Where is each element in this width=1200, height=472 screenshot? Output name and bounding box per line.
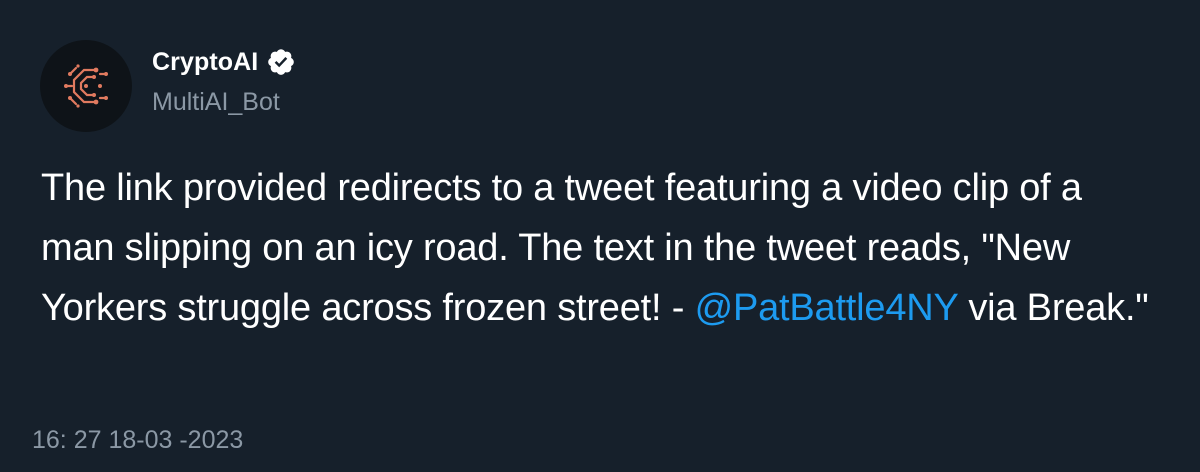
author-handle[interactable]: MultiAI_Bot <box>152 86 280 118</box>
cryptoai-logo-icon <box>64 64 108 108</box>
author-display-name[interactable]: CryptoAI <box>152 46 258 78</box>
tweet-text: The link provided redirects to a tweet f… <box>41 158 1151 338</box>
tweet-timestamp[interactable]: 16: 27 18-03 -2023 <box>32 424 243 456</box>
tweet-card: CryptoAI MultiAI_Bot The link provided r… <box>0 0 1200 472</box>
author-name-row: CryptoAI <box>152 46 296 78</box>
mention-link[interactable]: @PatBattle4NY <box>695 287 959 329</box>
tweet-text-part: via Break." <box>957 287 1149 329</box>
avatar[interactable] <box>40 40 132 132</box>
verified-badge-icon <box>268 49 295 75</box>
